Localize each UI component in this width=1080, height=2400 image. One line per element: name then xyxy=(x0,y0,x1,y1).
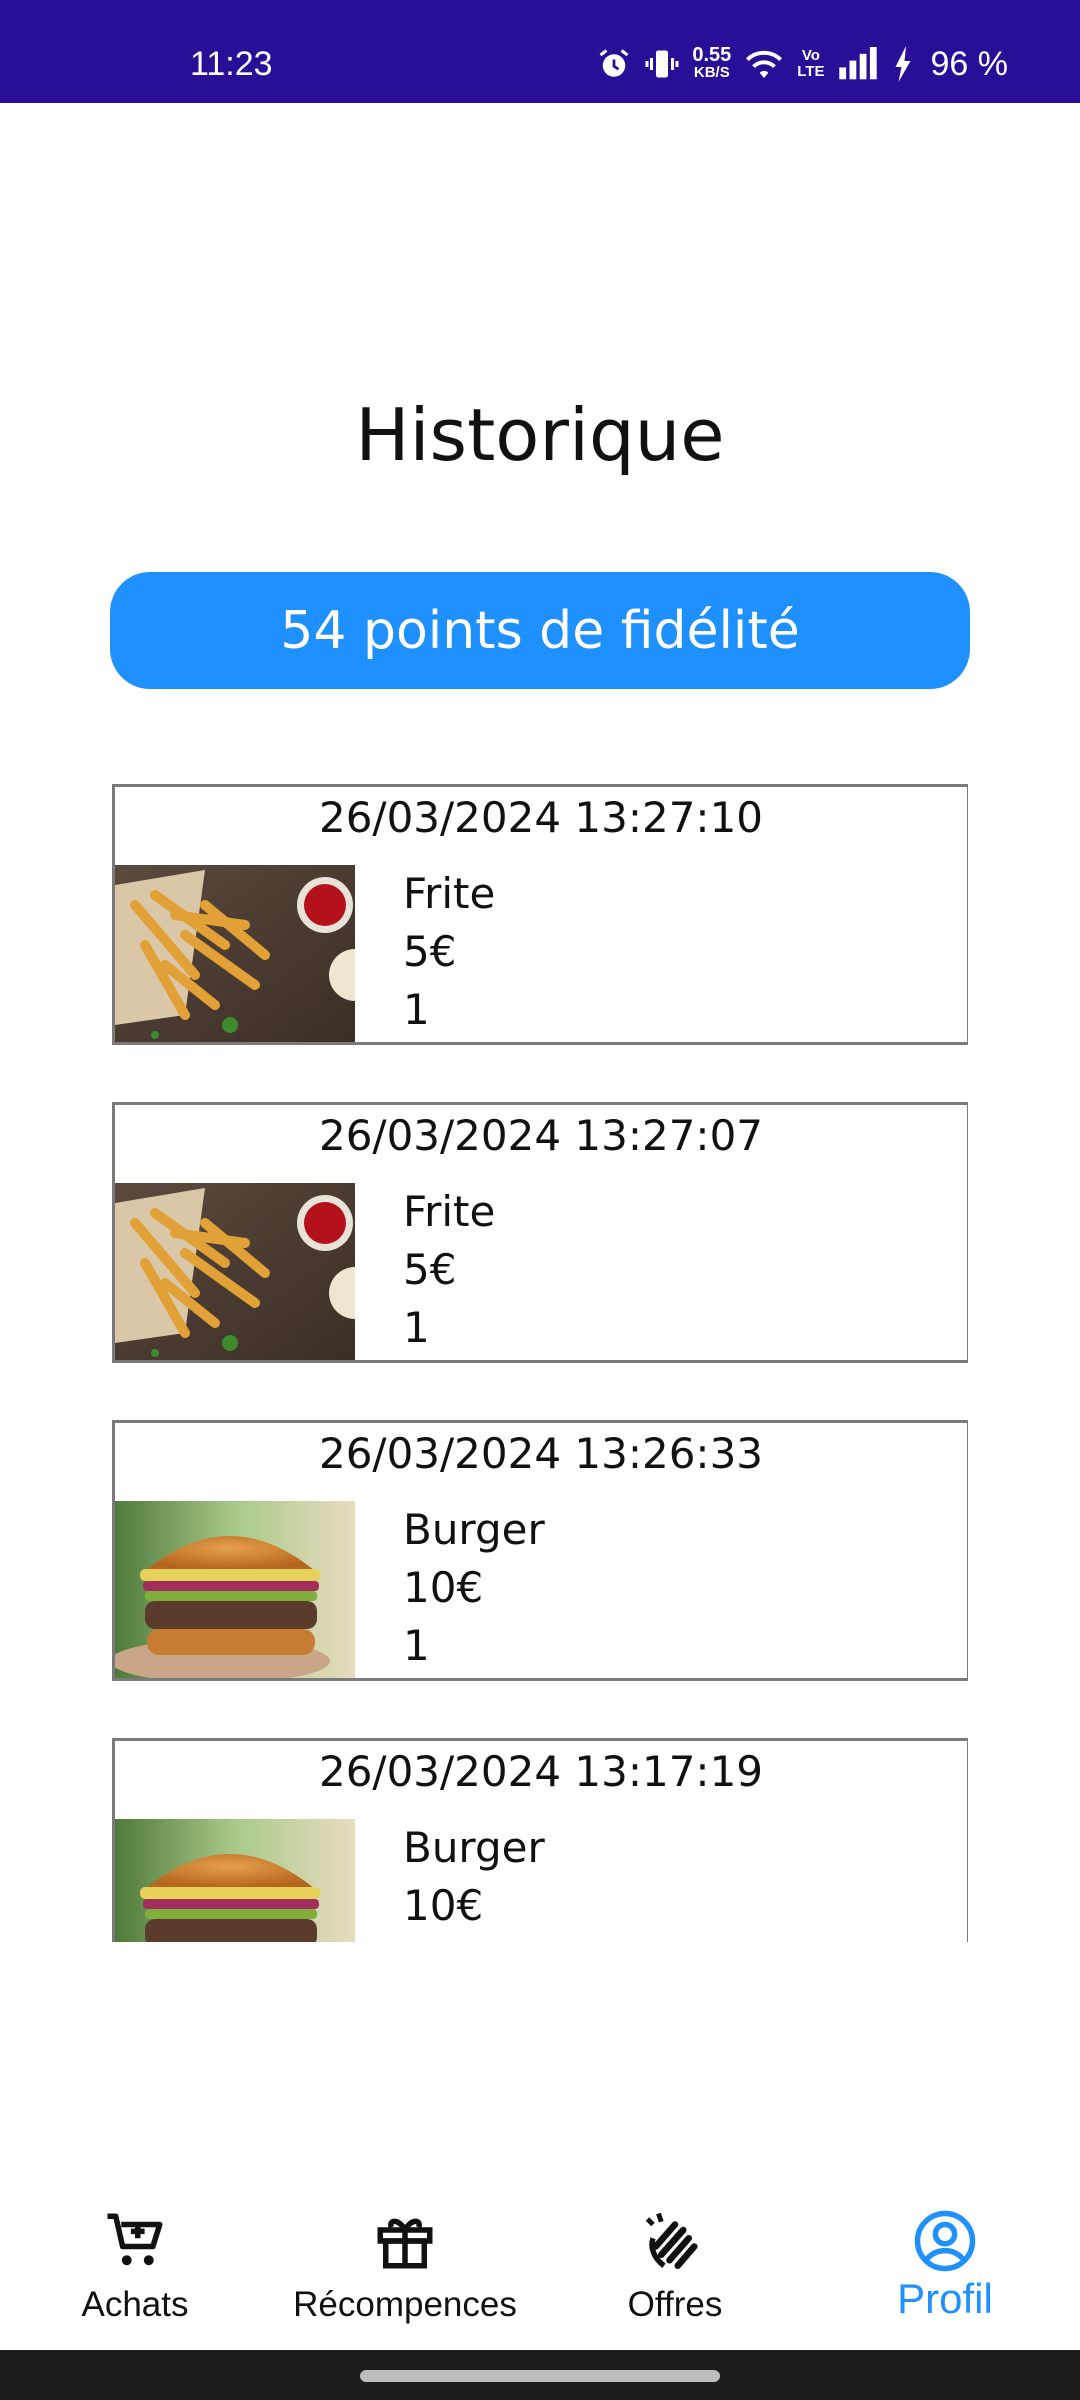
purchase-date: 26/03/2024 13:17:19 xyxy=(318,1747,764,1796)
volte-bottom: LTE xyxy=(797,63,825,80)
nav-label: Profil xyxy=(897,2275,993,2322)
product-quantity: 1 xyxy=(403,1935,545,1942)
product-quantity: 1 xyxy=(403,985,430,1034)
volte-top: Vo xyxy=(801,47,820,64)
nav-item-profil[interactable]: Profil xyxy=(880,2208,1010,2320)
history-card[interactable]: 26/03/2024 13:27:10 Frite 5€ 1 xyxy=(112,784,968,1045)
product-price: 10€ xyxy=(403,1881,484,1930)
wifi-icon xyxy=(746,50,783,78)
nav-item-offres[interactable]: Offres xyxy=(610,2208,740,2326)
product-price: 5€ xyxy=(403,927,457,976)
purchase-info: Burger 10€ 1 xyxy=(403,1501,545,1675)
product-price: 10€ xyxy=(403,1563,484,1612)
purchase-date: 26/03/2024 13:26:33 xyxy=(318,1429,764,1478)
nav-label: Achats xyxy=(81,2285,189,2324)
fries-photo xyxy=(115,865,355,1042)
charging-icon xyxy=(895,46,910,82)
gift-icon xyxy=(377,2218,433,2269)
page-title: Historique xyxy=(355,393,725,477)
network-speed-value: 0.55 xyxy=(692,44,732,66)
vibrate-icon xyxy=(645,50,679,78)
offers-hand-icon xyxy=(645,2212,698,2270)
volte-indicator: Vo LTE xyxy=(797,48,824,80)
product-name: Frite xyxy=(403,869,496,918)
history-list[interactable]: 26/03/2024 13:27:10 Frite 5€ 1 26/03/202… xyxy=(112,784,968,1942)
purchase-info: Frite 5€ 1 xyxy=(403,865,495,1039)
profile-icon xyxy=(914,2210,976,2272)
purchase-info: Frite 5€ 1 xyxy=(403,1183,495,1357)
cart-icon xyxy=(107,2213,163,2266)
fries-photo xyxy=(115,1183,355,1360)
burger-photo xyxy=(115,1819,355,1942)
status-icons: 0.55 KB/S Vo LTE 96 % xyxy=(596,44,1008,84)
battery-percent: 96 % xyxy=(930,44,1009,83)
alarm-icon xyxy=(599,49,629,77)
network-speed: 0.55 KB/S xyxy=(692,44,732,82)
nav-label: Offres xyxy=(627,2285,723,2324)
bottom-navigation: Achats Récompences Offres Profil xyxy=(0,2190,1080,2350)
product-name: Frite xyxy=(403,1187,496,1236)
product-name: Burger xyxy=(403,1505,545,1554)
history-card[interactable]: 26/03/2024 13:26:33 Burger 10€ 1 xyxy=(112,1420,968,1681)
product-name: Burger xyxy=(403,1823,545,1872)
signal-icon xyxy=(838,47,877,80)
history-card[interactable]: 26/03/2024 13:17:19 Burger 10€ 1 xyxy=(112,1738,968,1942)
product-price: 5€ xyxy=(403,1245,457,1294)
purchase-date: 26/03/2024 13:27:10 xyxy=(318,793,764,842)
network-speed-unit: KB/S xyxy=(693,64,730,81)
nav-item-recompences[interactable]: Récompences xyxy=(285,2208,525,2326)
burger-photo xyxy=(115,1501,355,1678)
gesture-navigation-bar xyxy=(0,2350,1080,2400)
status-time: 11:23 xyxy=(190,45,273,83)
nav-item-achats[interactable]: Achats xyxy=(70,2208,200,2326)
status-bar: 11:23 0.55 KB/S Vo LTE 96 % xyxy=(0,0,1080,103)
home-gesture-handle[interactable] xyxy=(360,2370,720,2382)
loyalty-points-button[interactable]: 54 points de fidélité xyxy=(110,572,970,689)
purchase-date: 26/03/2024 13:27:07 xyxy=(318,1111,764,1160)
history-card[interactable]: 26/03/2024 13:27:07 Frite 5€ 1 xyxy=(112,1102,968,1363)
nav-label: Récompences xyxy=(293,2285,517,2324)
product-quantity: 1 xyxy=(403,1303,430,1352)
purchase-info: Burger 10€ 1 xyxy=(403,1819,545,1942)
product-quantity: 1 xyxy=(403,1621,430,1670)
